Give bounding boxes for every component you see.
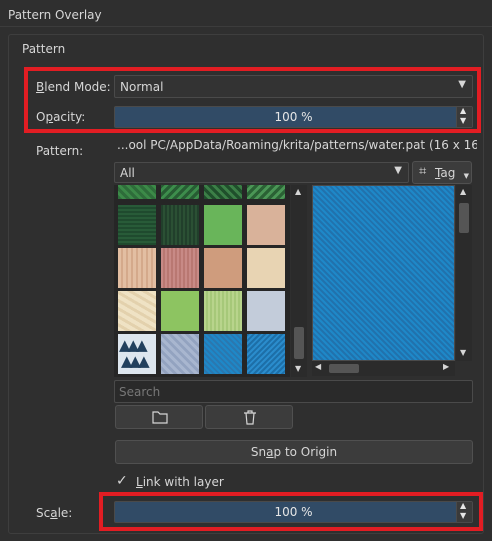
pattern-swatch[interactable]	[118, 248, 156, 288]
pattern-swatch[interactable]	[204, 185, 242, 199]
link-with-layer-label[interactable]: Link with layer	[136, 475, 224, 489]
pattern-swatch[interactable]	[247, 248, 285, 288]
arrow-down-icon[interactable]: ▼	[460, 348, 466, 357]
pattern-swatch[interactable]	[161, 334, 199, 374]
arrow-up-icon[interactable]: ▲	[295, 187, 301, 196]
pattern-swatch[interactable]	[161, 291, 199, 331]
pattern-swatch[interactable]	[247, 205, 285, 245]
pattern-swatch[interactable]	[118, 185, 156, 199]
pattern-swatch[interactable]	[204, 205, 242, 245]
window-title: Pattern Overlay	[8, 8, 102, 22]
folder-icon	[152, 411, 168, 424]
link-with-layer-checkbox[interactable]: ✓	[116, 473, 128, 489]
pattern-grid-scrollbar[interactable]: ▲ ▼	[291, 185, 307, 377]
group-title: Pattern	[22, 42, 66, 56]
pattern-swatch[interactable]	[161, 185, 199, 199]
pattern-filter-select[interactable]: All ▼	[114, 162, 409, 183]
preview-hscrollbar[interactable]: ◀ ▶	[312, 361, 455, 376]
pattern-swatch[interactable]	[161, 205, 199, 245]
tag-label: Tag	[435, 166, 456, 180]
bookmark-icon: ⌗	[419, 164, 427, 179]
scale-label: Scale:	[36, 506, 73, 520]
pattern-swatch[interactable]	[247, 334, 285, 374]
pattern-swatch[interactable]	[118, 205, 156, 245]
chevron-down-icon: ▼	[394, 165, 402, 176]
highlight-box-bottom	[99, 492, 483, 531]
tree-icon: ▲▲▲	[121, 352, 150, 370]
preview-vscrollbar[interactable]: ▲ ▼	[456, 185, 472, 361]
pattern-swatch[interactable]	[204, 248, 242, 288]
pattern-preview	[312, 185, 455, 361]
import-pattern-button[interactable]	[115, 405, 203, 429]
pattern-swatch[interactable]	[204, 334, 242, 374]
pattern-swatch[interactable]	[247, 291, 285, 331]
scrollbar-thumb[interactable]	[459, 203, 469, 233]
pattern-search-input[interactable]: Search	[114, 380, 473, 403]
highlight-box-top	[24, 67, 481, 133]
arrow-left-icon[interactable]: ◀	[315, 362, 321, 371]
title-divider	[0, 26, 492, 27]
arrow-down-icon[interactable]: ▼	[295, 364, 301, 373]
pattern-label: Pattern:	[36, 144, 84, 158]
tag-button[interactable]: ⌗ Tag ▼	[412, 161, 472, 184]
trash-icon	[244, 410, 256, 425]
arrow-up-icon[interactable]: ▲	[460, 187, 466, 196]
pattern-filter-value: All	[120, 166, 135, 180]
pattern-grid[interactable]: ▲▲▲ ▲▲▲	[114, 185, 290, 377]
scrollbar-thumb[interactable]	[329, 364, 359, 373]
chevron-down-icon: ▼	[463, 172, 469, 180]
search-placeholder: Search	[119, 385, 161, 399]
pattern-path: ...ool PC/AppData/Roaming/krita/patterns…	[117, 138, 477, 152]
pattern-swatch[interactable]	[118, 291, 156, 331]
pattern-swatch[interactable]	[204, 291, 242, 331]
scrollbar-thumb[interactable]	[294, 327, 304, 359]
delete-pattern-button[interactable]	[205, 405, 293, 429]
pattern-swatch[interactable]: ▲▲▲ ▲▲▲	[118, 334, 156, 374]
snap-to-origin-button[interactable]: Snap to Origin	[115, 440, 473, 464]
pattern-swatch[interactable]	[247, 185, 285, 199]
arrow-right-icon[interactable]: ▶	[443, 362, 449, 371]
pattern-swatch[interactable]	[161, 248, 199, 288]
